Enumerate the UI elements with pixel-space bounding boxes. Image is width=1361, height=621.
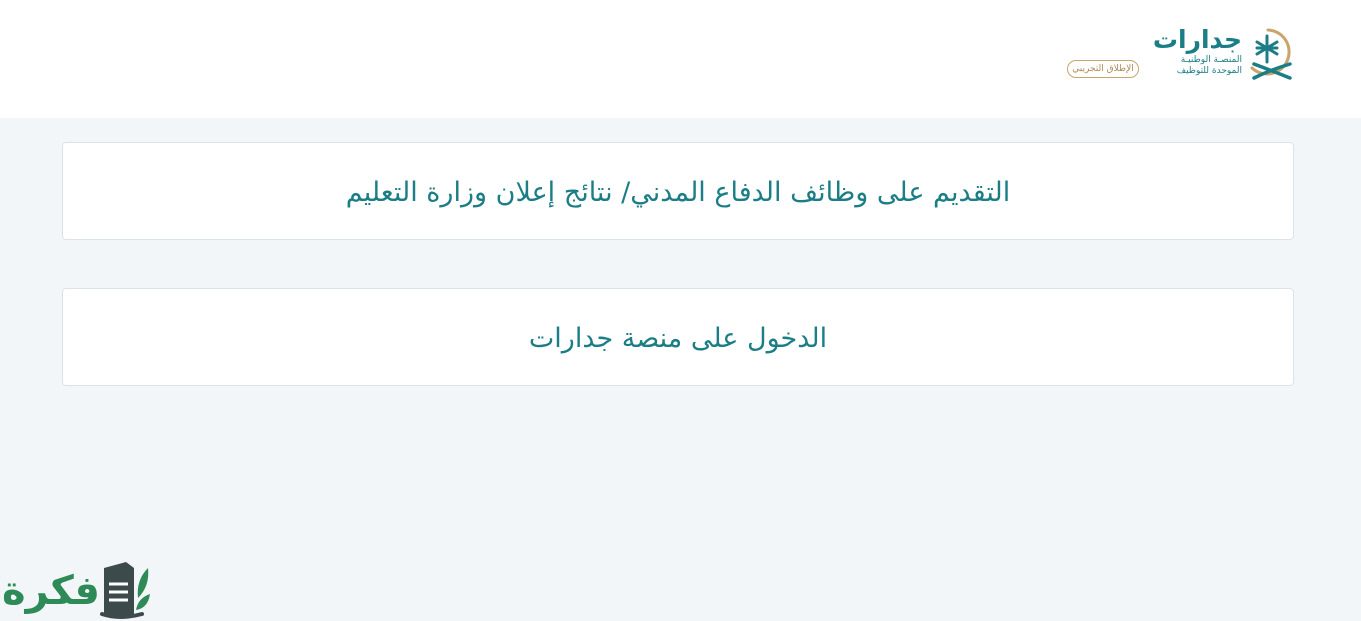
fikra-watermark-text: فكرة <box>2 568 100 614</box>
beta-launch-badge: الإطلاق التجريبي <box>1067 60 1139 78</box>
logo-title: جدارات <box>1152 25 1242 54</box>
civil-defense-jobs-card[interactable]: التقديم على وظائف الدفاع المدني/ نتائج إ… <box>62 142 1294 240</box>
logo-tagline-line1: المنصـة الوطنيـة <box>1180 55 1242 65</box>
jadarat-login-label: الدخول على منصة جدارات <box>528 323 828 354</box>
site-header: جدارات المنصـة الوطنيـة الموحدة للتوظيف … <box>0 0 1361 118</box>
jadarat-login-card[interactable]: الدخول على منصة جدارات <box>62 288 1294 386</box>
logo-tagline-line2: الموحدة للتوظيف <box>1176 66 1242 76</box>
jadarat-palm-emblem-icon[interactable] <box>1246 24 1300 82</box>
book-leaf-icon <box>100 562 150 619</box>
civil-defense-jobs-label: التقديم على وظائف الدفاع المدني/ نتائج إ… <box>345 177 1011 208</box>
